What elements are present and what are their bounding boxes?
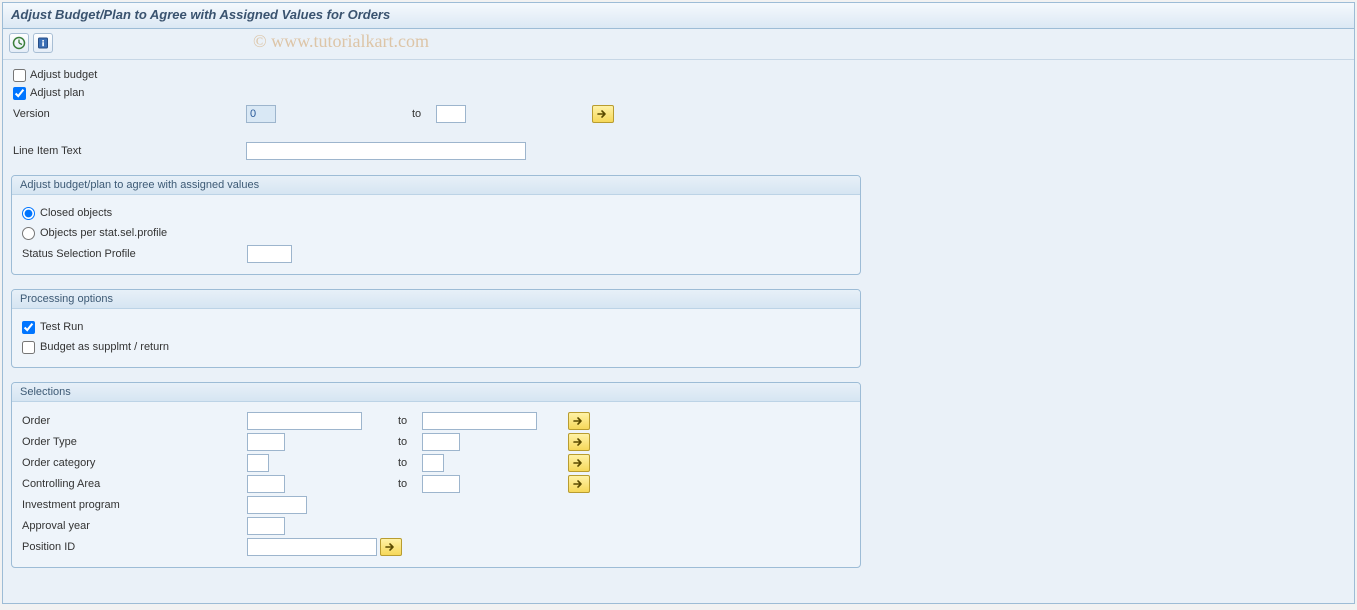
order-category-to-label: to [392,457,422,469]
adjust-plan-label: Adjust plan [30,87,84,99]
arrow-right-icon [597,109,609,119]
execute-button[interactable] [9,33,29,53]
adjust-budget-checkbox[interactable] [13,69,26,82]
adjust-plan-checkbox[interactable] [13,87,26,100]
order-category-to-input[interactable] [422,454,444,472]
order-type-to-input[interactable] [422,433,460,451]
page-title: Adjust Budget/Plan to Agree with Assigne… [11,7,390,22]
title-bar: Adjust Budget/Plan to Agree with Assigne… [3,3,1354,29]
arrow-right-icon [573,416,585,426]
order-from-input[interactable] [247,412,362,430]
main-content: Adjust budget Adjust plan Version to Lin… [3,60,1354,574]
controlling-area-to-label: to [392,478,422,490]
order-type-multi-select-button[interactable] [568,433,590,451]
order-type-from-input[interactable] [247,433,285,451]
position-id-label: Position ID [22,541,247,553]
adjust-budget-label: Adjust budget [30,69,97,81]
arrow-right-icon [573,458,585,468]
order-multi-select-button[interactable] [568,412,590,430]
budget-supplmt-label: Budget as supplmt / return [40,341,169,353]
budget-supplmt-checkbox[interactable] [22,341,35,354]
position-id-multi-select-button[interactable] [380,538,402,556]
group-processing-options: Processing options Test Run Budget as su… [11,289,861,368]
order-to-label: to [392,415,422,427]
objects-per-profile-radio[interactable] [22,227,35,240]
group1-title: Adjust budget/plan to agree with assigne… [12,176,860,195]
controlling-area-from-input[interactable] [247,475,285,493]
group2-title: Processing options [12,290,860,309]
status-profile-label: Status Selection Profile [22,248,247,260]
group-selections: Selections Order to Order Type [11,382,861,568]
position-id-input[interactable] [247,538,377,556]
approval-year-input[interactable] [247,517,285,535]
version-label: Version [11,108,246,120]
arrow-right-icon [573,479,585,489]
sap-window: Adjust Budget/Plan to Agree with Assigne… [2,2,1355,604]
test-run-label: Test Run [40,321,83,333]
investment-program-input[interactable] [247,496,307,514]
app-toolbar: © www.tutorialkart.com [3,29,1354,59]
version-to-label: to [406,108,436,120]
investment-program-label: Investment program [22,499,247,511]
execute-icon [12,36,26,50]
closed-objects-label: Closed objects [40,207,112,219]
order-label: Order [22,415,247,427]
status-profile-input[interactable] [247,245,292,263]
info-button[interactable] [33,33,53,53]
controlling-area-to-input[interactable] [422,475,460,493]
version-to-input[interactable] [436,105,466,123]
controlling-area-label: Controlling Area [22,478,247,490]
arrow-right-icon [573,437,585,447]
watermark-text: © www.tutorialkart.com [253,31,429,52]
group-adjust-budget-plan: Adjust budget/plan to agree with assigne… [11,175,861,275]
version-multi-select-button[interactable] [592,105,614,123]
approval-year-label: Approval year [22,520,247,532]
closed-objects-radio[interactable] [22,207,35,220]
order-type-to-label: to [392,436,422,448]
order-to-input[interactable] [422,412,537,430]
order-category-from-input[interactable] [247,454,269,472]
test-run-checkbox[interactable] [22,321,35,334]
order-category-label: Order category [22,457,247,469]
version-from-input[interactable] [246,105,276,123]
line-item-text-input[interactable] [246,142,526,160]
arrow-right-icon [385,542,397,552]
order-type-label: Order Type [22,436,247,448]
objects-per-profile-label: Objects per stat.sel.profile [40,227,167,239]
group3-title: Selections [12,383,860,402]
info-icon [36,36,50,50]
order-category-multi-select-button[interactable] [568,454,590,472]
controlling-area-multi-select-button[interactable] [568,475,590,493]
line-item-text-label: Line Item Text [11,145,246,157]
